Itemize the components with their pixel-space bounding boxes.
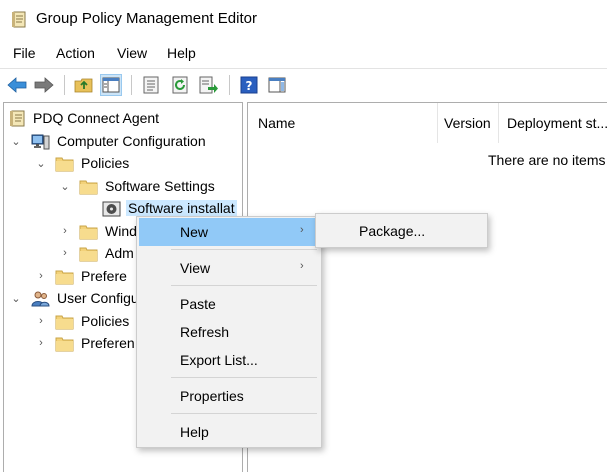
- users-icon: [31, 291, 50, 307]
- chevron-right-icon[interactable]: ›: [59, 247, 71, 259]
- menu-view[interactable]: View: [115, 45, 149, 61]
- chevron-right-icon[interactable]: ›: [35, 270, 47, 282]
- chevron-down-icon[interactable]: ⌄: [35, 157, 47, 170]
- folder-icon: [79, 247, 98, 262]
- group-policy-editor-icon: [12, 11, 26, 28]
- context-menu-help[interactable]: Help: [139, 418, 319, 446]
- tree-label: Wind: [105, 223, 137, 239]
- properties-icon[interactable]: [140, 74, 162, 96]
- chevron-right-icon: ›: [300, 224, 304, 236]
- folder-icon: [55, 270, 74, 285]
- window-title: Group Policy Management Editor: [36, 10, 257, 27]
- toolbar: ?: [0, 68, 607, 100]
- show-hide-action-pane-icon[interactable]: [266, 74, 288, 96]
- submenu-package[interactable]: Package...: [318, 217, 485, 245]
- context-menu-new[interactable]: New ›: [139, 218, 319, 246]
- tree-label: Policies: [81, 155, 130, 171]
- up-folder-icon[interactable]: [73, 74, 95, 96]
- column-header-name[interactable]: Name: [258, 115, 295, 131]
- folder-icon: [55, 157, 74, 172]
- refresh-icon[interactable]: [170, 74, 192, 96]
- chevron-right-icon[interactable]: ›: [35, 315, 47, 327]
- menu-action[interactable]: Action: [54, 45, 97, 61]
- chevron-down-icon[interactable]: ⌄: [10, 292, 22, 305]
- menu-file[interactable]: File: [11, 45, 38, 61]
- context-menu-export-list[interactable]: Export List...: [139, 346, 319, 374]
- context-menu-properties[interactable]: Properties: [139, 382, 319, 410]
- tree-item-computer-configuration[interactable]: ⌄ Computer Configuration: [4, 131, 242, 153]
- back-arrow-icon[interactable]: [6, 74, 28, 96]
- list-header: Name Version Deployment st...: [248, 103, 607, 143]
- column-header-deployment-state[interactable]: Deployment st...: [507, 115, 607, 131]
- show-hide-tree-icon[interactable]: [100, 74, 122, 96]
- folder-icon: [55, 315, 74, 330]
- chevron-right-icon: ›: [300, 260, 304, 272]
- tree-label: Policies: [81, 313, 130, 329]
- tree-item-software-settings[interactable]: ⌄ Software Settings: [4, 176, 242, 198]
- folder-icon: [55, 337, 74, 352]
- tree-label: Adm: [105, 245, 134, 261]
- policy-scroll-icon: [10, 110, 25, 127]
- folder-icon: [79, 225, 98, 240]
- help-icon[interactable]: ?: [238, 74, 260, 96]
- chevron-right-icon[interactable]: ›: [35, 337, 47, 349]
- forward-arrow-icon[interactable]: [33, 74, 55, 96]
- menu-help[interactable]: Help: [165, 45, 198, 61]
- column-header-version[interactable]: Version: [444, 115, 491, 131]
- empty-list-message: There are no items: [488, 152, 606, 168]
- gpme-window: Group Policy Management Editor File Acti…: [0, 0, 607, 472]
- menu-bar: File Action View Help: [0, 42, 607, 66]
- software-installation-icon: [102, 201, 121, 217]
- context-menu-view[interactable]: View ›: [139, 254, 319, 282]
- context-menu-refresh[interactable]: Refresh: [139, 318, 319, 346]
- tree-label: Computer Configuration: [57, 133, 206, 149]
- tree-label: PDQ Connect Agent: [33, 110, 160, 126]
- chevron-down-icon[interactable]: ⌄: [10, 135, 22, 148]
- tree-label: Prefere: [81, 268, 127, 284]
- tree-label: Preferen: [81, 335, 135, 351]
- chevron-down-icon[interactable]: ⌄: [59, 180, 71, 193]
- tree-item-root[interactable]: PDQ Connect Agent: [4, 108, 242, 130]
- tree-label: Software Settings: [105, 178, 215, 194]
- folder-icon: [79, 180, 98, 195]
- svg-text:?: ?: [246, 79, 253, 93]
- title-bar: Group Policy Management Editor: [0, 0, 607, 38]
- new-submenu: Package...: [315, 213, 488, 248]
- context-menu: New › View › Paste Refresh Export List..…: [136, 216, 322, 448]
- chevron-right-icon[interactable]: ›: [59, 225, 71, 237]
- computer-icon: [31, 134, 50, 150]
- context-menu-paste[interactable]: Paste: [139, 290, 319, 318]
- tree-label: User Configu: [57, 290, 139, 306]
- export-list-icon[interactable]: [198, 74, 220, 96]
- tree-label: Software installat: [126, 200, 237, 216]
- tree-item-policies[interactable]: ⌄ Policies: [4, 153, 242, 175]
